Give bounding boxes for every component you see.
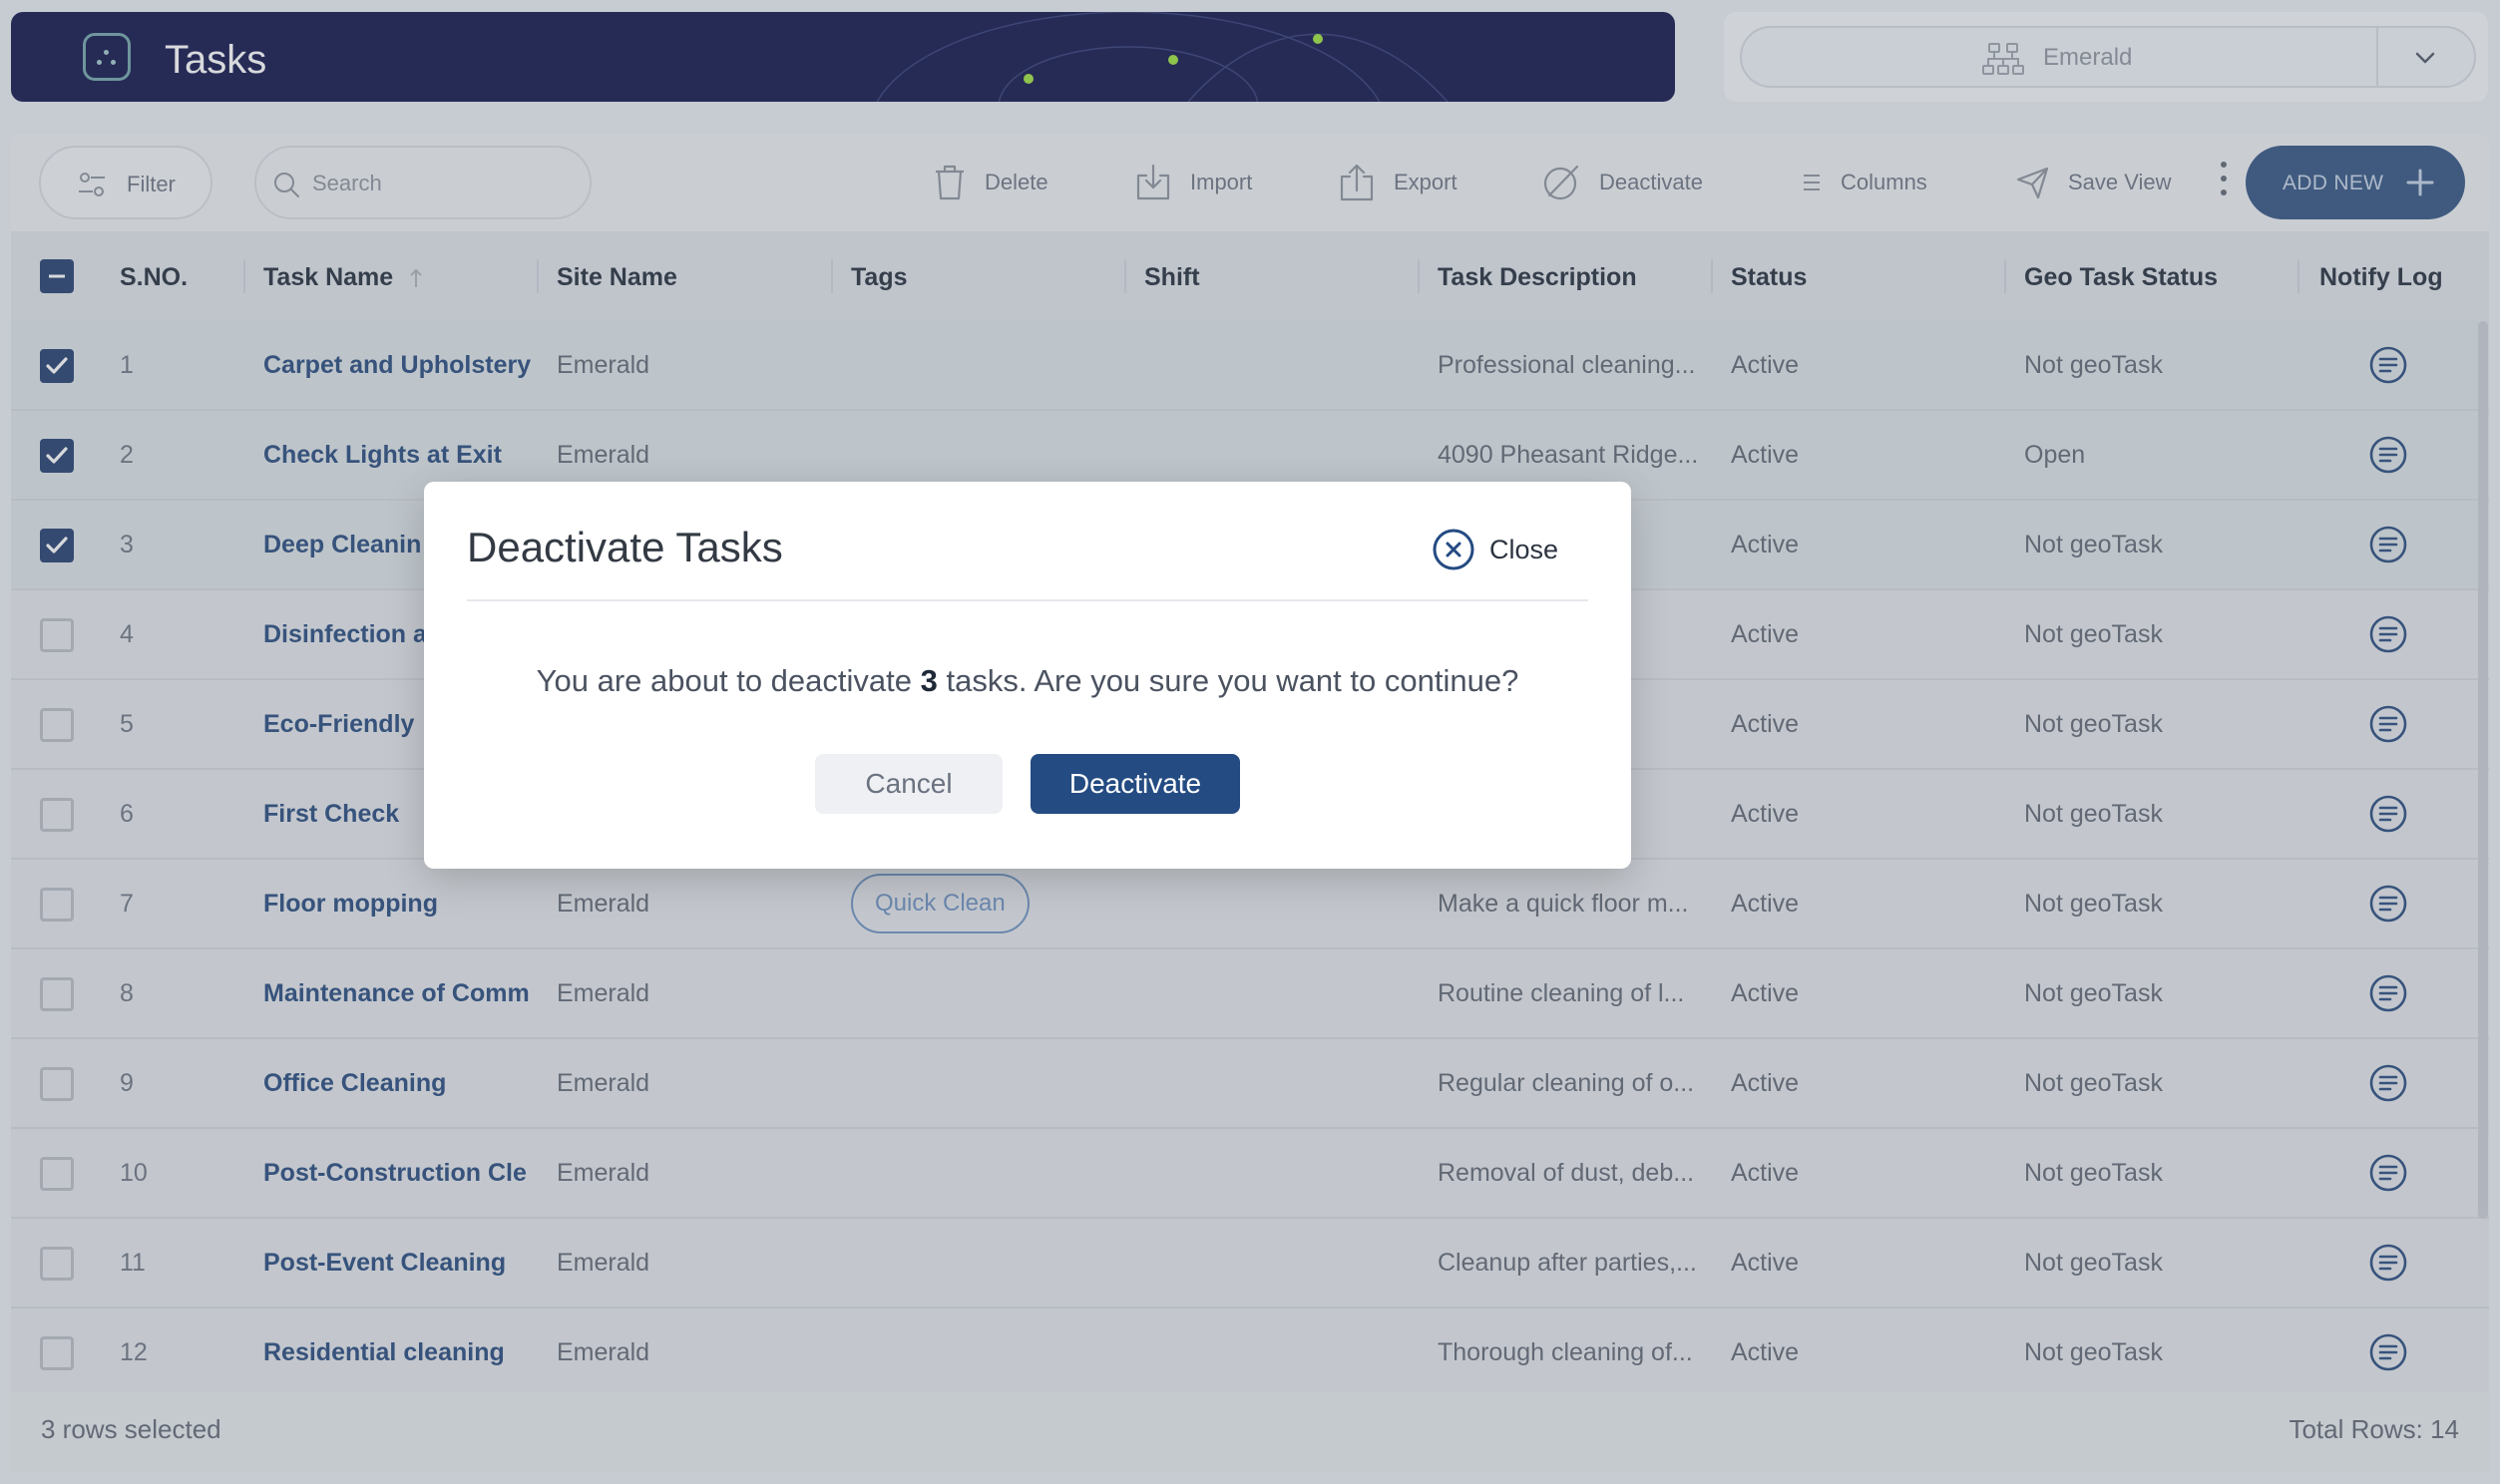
message-count: 3 [920, 663, 938, 698]
message-prefix: You are about to deactivate [536, 663, 921, 698]
close-label: Close [1489, 534, 1559, 564]
dialog-title: Deactivate Tasks [467, 524, 783, 570]
close-button[interactable]: Close [1432, 528, 1558, 571]
cancel-button[interactable]: Cancel [815, 754, 1003, 814]
confirm-deactivate-button[interactable]: Deactivate [1031, 754, 1240, 814]
dialog-message: You are about to deactivate 3 tasks. Are… [424, 663, 1631, 699]
close-circle-icon [1433, 529, 1474, 570]
deactivate-dialog: Deactivate Tasks Close You are about to … [424, 482, 1631, 869]
dialog-divider [467, 599, 1588, 601]
message-suffix: tasks. Are you sure you want to continue… [937, 663, 1519, 698]
